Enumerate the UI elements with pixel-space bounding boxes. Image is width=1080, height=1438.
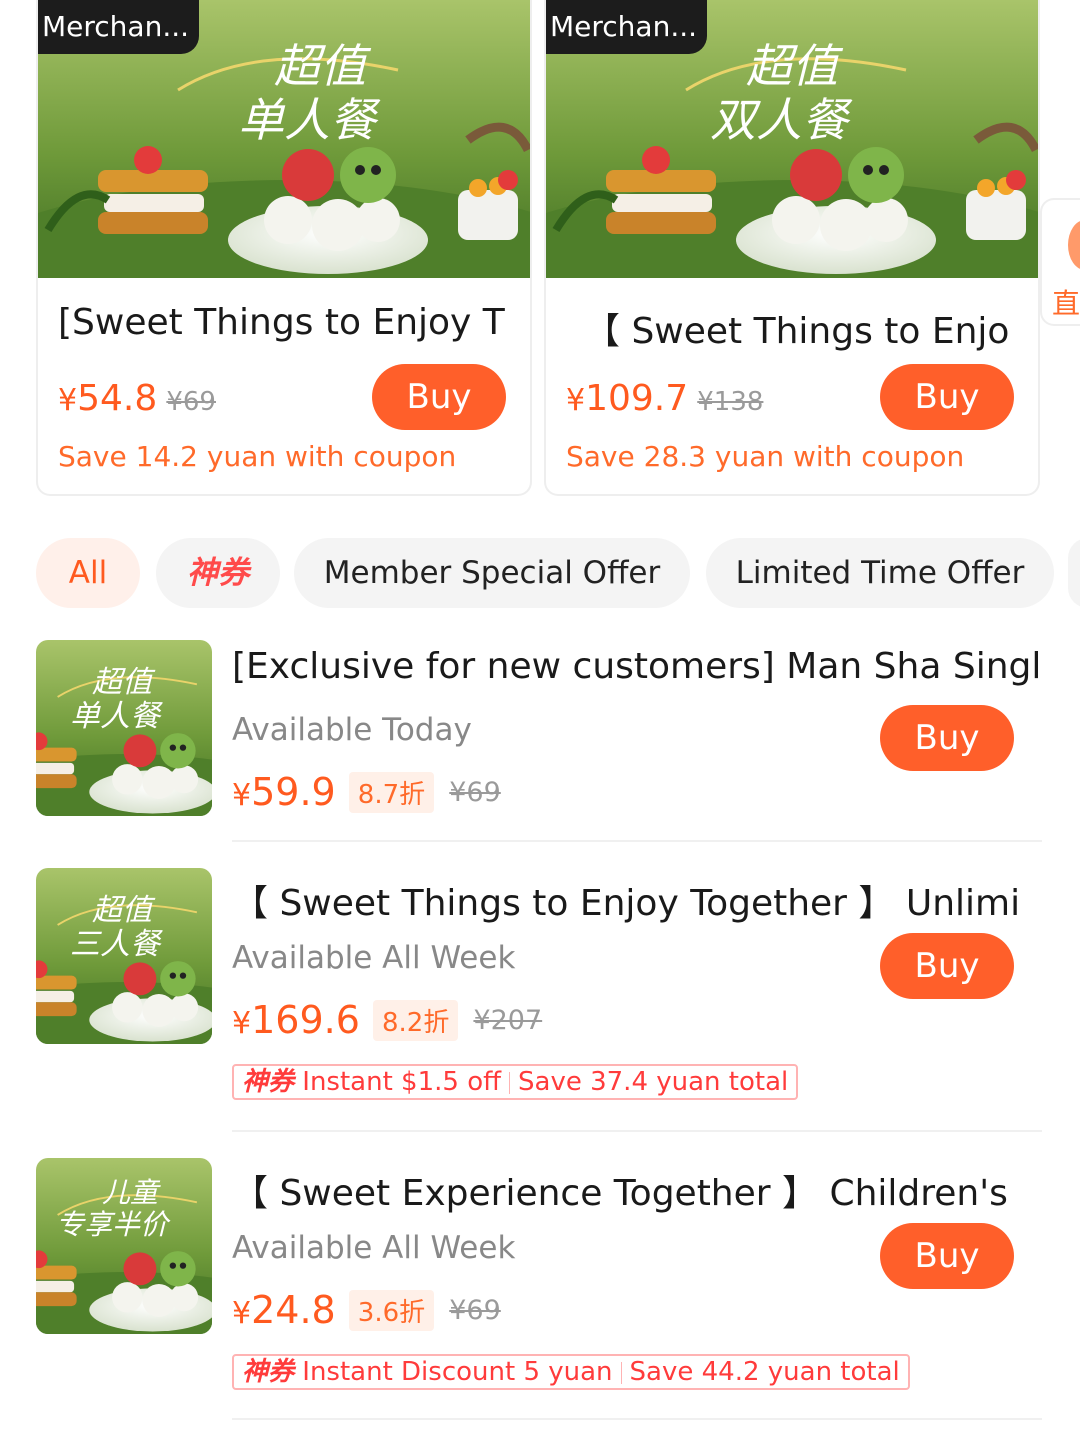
deal-title[interactable]: 【 Sweet Things to Enjoy Together 】 Unlim… [232, 874, 1062, 926]
divider [232, 840, 1042, 842]
art-line-2: 三人餐 [70, 927, 163, 962]
discount-badge: 8.2折 [372, 999, 459, 1041]
food-artwork: 超值 三人餐 [36, 868, 212, 1044]
featured-card[interactable]: 超值 单人餐 Merchan... [Sweet Things to Enjoy… [36, 0, 532, 496]
price-value: 54.8 [77, 378, 158, 419]
original-price: ¥207 [473, 1004, 543, 1036]
currency-symbol: ¥ [58, 383, 78, 418]
art-line-2: 专享半价 [56, 1208, 171, 1241]
discount-badge: 3.6折 [348, 1289, 435, 1331]
art-line-2: 双人餐 [710, 93, 853, 147]
price-row: ¥109.7 ¥138 [566, 378, 763, 419]
currency-symbol: ¥ [232, 1296, 252, 1331]
merchant-tag: Merchan... [38, 0, 200, 54]
art-line-1: 超值 [746, 39, 844, 93]
buy-button[interactable]: Buy [880, 1223, 1014, 1289]
peek-text: 直 [1052, 287, 1080, 320]
filter-chip-member-offer[interactable]: Member Special Offer [294, 538, 690, 608]
price-row: ¥169.6 8.2折 ¥207 [232, 998, 542, 1042]
price-value: 169.6 [251, 998, 360, 1042]
art-line-2: 单人餐 [238, 93, 381, 147]
buy-button[interactable]: Buy [880, 364, 1014, 430]
coupon-box: 神券 Instant Discount 5 yuan Save 44.2 yuan… [232, 1354, 910, 1390]
coupon-total: Save 44.2 yuan total [629, 1357, 900, 1387]
original-price: ¥69 [449, 776, 501, 808]
currency-symbol: ¥ [232, 778, 252, 813]
deal-title[interactable]: 【 Sweet Things to Enjo [584, 302, 1038, 354]
coupon-box: 神券 Instant $1.5 off Save 37.4 yuan total [232, 1064, 799, 1100]
deal-title[interactable]: [Exclusive for new customers] Man Sha Si… [232, 646, 1062, 687]
coupon-savings: Save 28.3 yuan with coupon [566, 440, 965, 473]
filter-chip-limited-offer[interactable]: Limited Time Offer [706, 538, 1054, 608]
next-card-peek[interactable]: 直 [1040, 198, 1080, 326]
sale-price: ¥24.8 [232, 1288, 336, 1332]
coupon-offer: Instant Discount 5 yuan [302, 1357, 613, 1387]
featured-card[interactable]: 超值 双人餐 Merchan... 【 Sweet Things to Enjo… [544, 0, 1040, 496]
buy-button[interactable]: Buy [880, 933, 1014, 999]
coupon-offer: Instant $1.5 off [302, 1067, 502, 1097]
coupon-savings: Save 14.2 yuan with coupon [58, 440, 457, 473]
divider [232, 1418, 1042, 1420]
coupon-separator [509, 1071, 511, 1094]
filter-chip-more[interactable] [1068, 538, 1080, 608]
art-line-2: 单人餐 [70, 699, 163, 734]
food-artwork: 超值 单人餐 [36, 640, 212, 816]
coupon-separator [620, 1361, 622, 1384]
price-row: ¥54.8 ¥69 [58, 378, 216, 419]
merchant-tag: Merchan... [546, 0, 708, 54]
buy-button[interactable]: Buy [880, 705, 1014, 771]
deal-title[interactable]: 【 Sweet Experience Together 】 Children's [232, 1164, 1062, 1216]
price-value: 59.9 [251, 770, 336, 814]
deal-thumbnail: 儿童 专享半价 [36, 1158, 212, 1334]
availability: Available All Week [232, 1230, 516, 1266]
price-row: ¥59.9 8.7折 ¥69 [232, 770, 501, 814]
discount-badge: 8.7折 [348, 771, 435, 813]
filter-chip-all[interactable]: All [36, 538, 140, 608]
divider [232, 1130, 1042, 1132]
deal-thumbnail: 超值 三人餐 [36, 868, 212, 1044]
sale-price: ¥169.6 [232, 998, 360, 1042]
original-price: ¥69 [166, 387, 216, 417]
coupon-total: Save 37.4 yuan total [518, 1067, 789, 1097]
sale-price: ¥59.9 [232, 770, 336, 814]
art-line-1: 超值 [274, 39, 372, 93]
sale-price: ¥54.8 [58, 378, 157, 419]
buy-button[interactable]: Buy [372, 364, 506, 430]
deal-title[interactable]: [Sweet Things to Enjoy T [58, 302, 528, 343]
availability: Available All Week [232, 940, 516, 976]
original-price: ¥138 [697, 387, 764, 417]
price-row: ¥24.8 3.6折 ¥69 [232, 1288, 501, 1332]
currency-symbol: ¥ [566, 383, 586, 418]
filter-chip-shenquan[interactable]: 神券 [156, 538, 280, 608]
art-line-1: 超值 [92, 665, 156, 700]
shenquan-badge: 神券 [242, 1357, 295, 1387]
currency-symbol: ¥ [232, 1006, 252, 1041]
original-price: ¥69 [449, 1294, 501, 1326]
availability: Available Today [232, 712, 472, 748]
art-line-1: 儿童 [102, 1176, 161, 1209]
price-value: 24.8 [251, 1288, 336, 1332]
peek-image [1068, 220, 1080, 270]
art-line-1: 超值 [92, 893, 156, 928]
deal-thumbnail: 超值 单人餐 [36, 640, 212, 816]
food-artwork: 儿童 专享半价 [36, 1158, 212, 1334]
sale-price: ¥109.7 [566, 378, 688, 419]
shenquan-badge: 神券 [242, 1067, 295, 1097]
price-value: 109.7 [585, 378, 689, 419]
